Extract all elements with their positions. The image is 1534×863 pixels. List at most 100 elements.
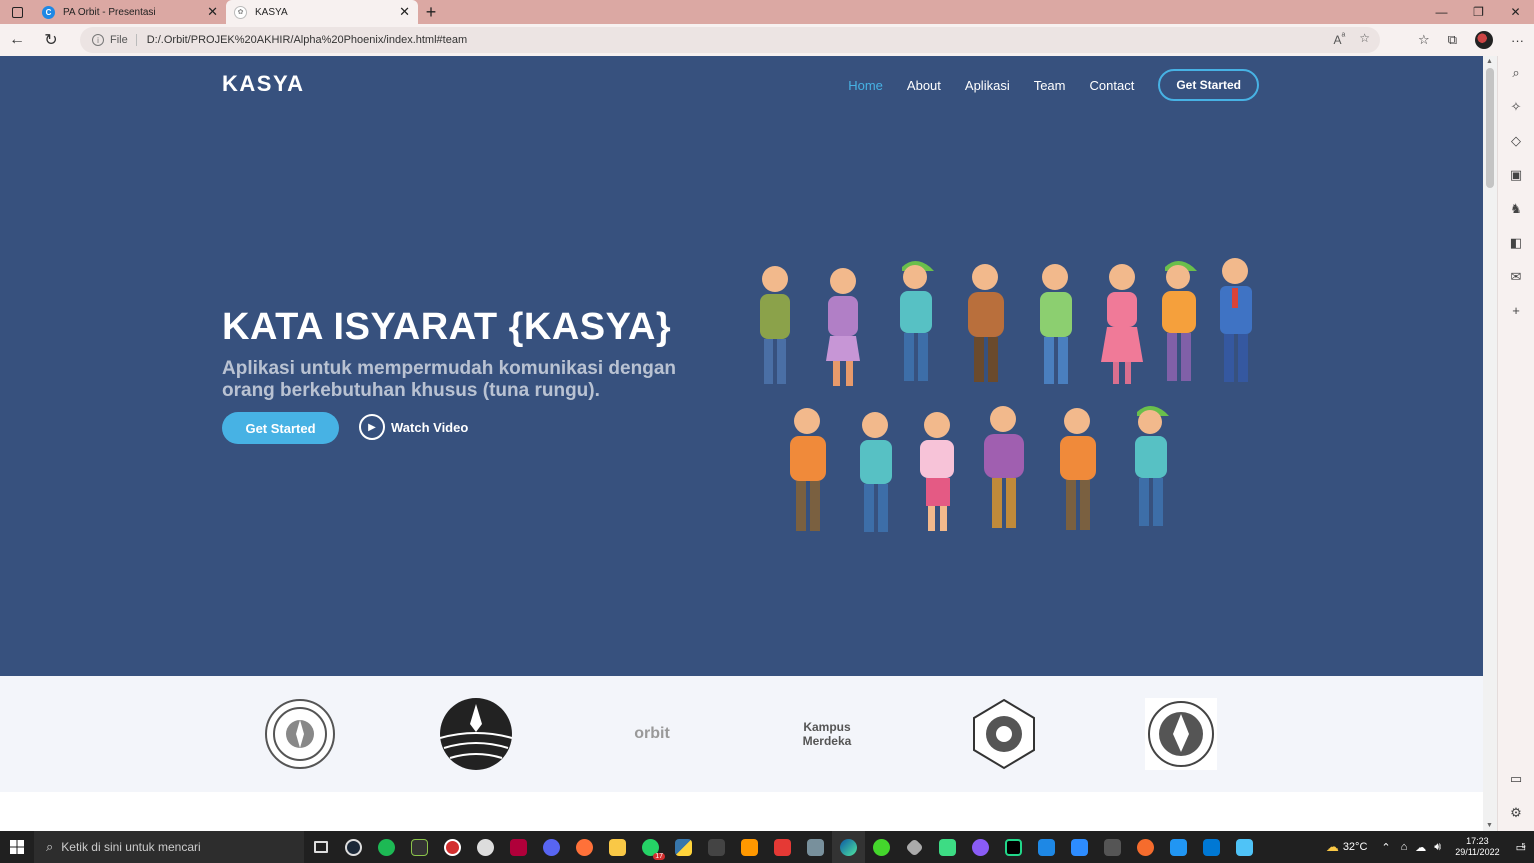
tab-pa-orbit[interactable]: C PA Orbit - Presentasi ✕ (34, 0, 226, 24)
favorite-star-icon[interactable]: ☆ (1359, 31, 1370, 47)
watch-video-button[interactable]: ▶ Watch Video (359, 414, 468, 440)
file-explorer-icon[interactable] (601, 831, 634, 863)
tab-actions-menu-icon[interactable] (0, 0, 34, 24)
scroll-down-icon[interactable]: ▼ (1486, 822, 1493, 829)
nav-about[interactable]: About (907, 78, 941, 93)
tab-favicon-icon: C (42, 5, 55, 19)
minimize-icon[interactable]: — (1423, 0, 1460, 24)
nav-get-started-button[interactable]: Get Started (1158, 69, 1259, 101)
refresh-icon[interactable]: ↻ (34, 24, 68, 56)
start-button[interactable] (0, 831, 34, 863)
nav-home[interactable]: Home (848, 78, 883, 93)
app-icon[interactable] (799, 831, 832, 863)
tray-volume-icon[interactable]: 🔊︎ (1434, 841, 1441, 854)
tab-close-icon[interactable]: ✕ (399, 4, 410, 20)
watch-video-label: Watch Video (391, 419, 469, 435)
nox-icon[interactable] (403, 831, 436, 863)
whatsapp-icon[interactable]: 17 (634, 831, 667, 863)
tab-close-icon[interactable]: ✕ (207, 4, 218, 20)
split-screen-icon[interactable]: ▭ (1509, 772, 1523, 786)
url-text[interactable]: D:/.Orbit/PROJEK%20AKHIR/Alpha%20Phoenix… (147, 34, 467, 46)
notion-icon[interactable] (1030, 831, 1063, 863)
python-icon[interactable] (667, 831, 700, 863)
wps-icon[interactable] (766, 831, 799, 863)
page-viewport: KASYA Home About Aplikasi Team Contact G… (0, 56, 1483, 831)
tray-network-icon[interactable]: ⌂ (1401, 841, 1408, 853)
get-started-button[interactable]: Get Started (222, 412, 339, 444)
games-icon[interactable]: ♞ (1509, 202, 1523, 216)
site-logo[interactable]: KASYA (222, 71, 305, 97)
notification-center-icon[interactable]: ▭ 5 (1516, 841, 1526, 854)
photos-icon[interactable] (1228, 831, 1261, 863)
discord-icon[interactable] (535, 831, 568, 863)
vscode-icon[interactable] (1195, 831, 1228, 863)
scrollbar-thumb[interactable] (1486, 68, 1494, 188)
clock-time: 17:23 (1466, 836, 1489, 846)
github-icon[interactable] (964, 831, 997, 863)
clock-date: 29/11/2022 (1455, 847, 1500, 857)
close-window-icon[interactable]: ✕ (1497, 0, 1534, 24)
discover-icon[interactable]: ✧ (1509, 100, 1523, 114)
taskbar-search-placeholder: Ketik di sini untuk mencari (61, 840, 201, 854)
search-icon[interactable]: ⌕ (1509, 66, 1523, 80)
new-tab-button[interactable]: + (418, 0, 444, 24)
steam-icon[interactable] (337, 831, 370, 863)
tab-kasya[interactable]: ✿ KASYA ✕ (226, 0, 418, 24)
task-view-icon[interactable] (304, 831, 337, 863)
git-icon[interactable] (898, 831, 931, 863)
sublime-icon[interactable] (733, 831, 766, 863)
nav-team[interactable]: Team (1034, 78, 1066, 93)
tray-chevron-icon[interactable]: ⌃ (1381, 841, 1390, 854)
origin-icon[interactable] (1129, 831, 1162, 863)
settings-gear-icon[interactable]: ⚙ (1509, 806, 1523, 820)
obs-icon[interactable] (436, 831, 469, 863)
weather-temp[interactable]: 32°C (1343, 841, 1368, 853)
nav-aplikasi[interactable]: Aplikasi (965, 78, 1010, 93)
back-icon[interactable]: ← (0, 24, 34, 56)
tut-wuri-handayani-logo (1145, 698, 1217, 770)
app-icon[interactable] (1096, 831, 1129, 863)
hero-subtitle: Aplikasi untuk mempermudah komunikasi de… (222, 358, 676, 401)
terminal-icon[interactable] (700, 831, 733, 863)
nav-contact[interactable]: Contact (1090, 78, 1135, 93)
clock[interactable]: 17:23 29/11/2022 (1447, 836, 1507, 858)
add-icon[interactable]: + (1509, 304, 1523, 318)
favorites-icon[interactable]: ☆ (1418, 32, 1430, 48)
spotify-icon[interactable] (370, 831, 403, 863)
main-nav: Home About Aplikasi Team Contact Get Sta… (824, 69, 1259, 101)
whatsapp-badge: 17 (653, 853, 665, 860)
capcut-icon[interactable] (502, 831, 535, 863)
app-icon[interactable] (1162, 831, 1195, 863)
edge-icon[interactable] (832, 831, 865, 863)
restore-icon[interactable]: ❐ (1460, 0, 1497, 24)
university-seal-logo (264, 698, 336, 770)
razer-icon[interactable] (865, 831, 898, 863)
outlook-icon[interactable]: ✉ (1509, 270, 1523, 284)
profile-avatar[interactable] (1475, 31, 1493, 49)
settings-icon[interactable] (469, 831, 502, 863)
clients-section: orbit Kampus Merdeka (0, 676, 1483, 792)
site-info-icon[interactable]: i (92, 34, 104, 46)
page-scrollbar[interactable]: ▲ ▼ (1483, 56, 1497, 831)
shopping-tag-icon[interactable]: ◇ (1509, 134, 1523, 148)
weather-icon[interactable]: ☁ (1326, 839, 1339, 855)
tools-icon[interactable]: ▣ (1509, 168, 1523, 182)
notification-count: 5 (1521, 842, 1526, 850)
read-aloud-icon[interactable]: Aᵃ (1333, 31, 1345, 47)
collections-icon[interactable]: ⧉ (1448, 32, 1457, 48)
android-studio-icon[interactable] (931, 831, 964, 863)
scroll-up-icon[interactable]: ▲ (1486, 58, 1493, 65)
more-menu-icon[interactable]: ··· (1511, 33, 1524, 48)
kampus-merdeka-logo-text: Kampus Merdeka (802, 720, 852, 748)
university-emblem-logo (968, 698, 1040, 770)
tray-onedrive-icon[interactable]: ☁ (1415, 841, 1426, 854)
zoom-icon[interactable] (1063, 831, 1096, 863)
people-illustration (760, 258, 1252, 532)
address-bar[interactable]: i File D:/.Orbit/PROJEK%20AKHIR/Alpha%20… (80, 27, 1380, 53)
search-icon: ⌕ (46, 839, 54, 854)
pycharm-icon[interactable] (997, 831, 1030, 863)
taskbar-search[interactable]: ⌕ Ketik di sini untuk mencari (34, 831, 304, 863)
kampus-merdeka-logo: Kampus Merdeka (791, 698, 863, 770)
firefox-icon[interactable] (568, 831, 601, 863)
office-icon[interactable]: ◧ (1509, 236, 1523, 250)
